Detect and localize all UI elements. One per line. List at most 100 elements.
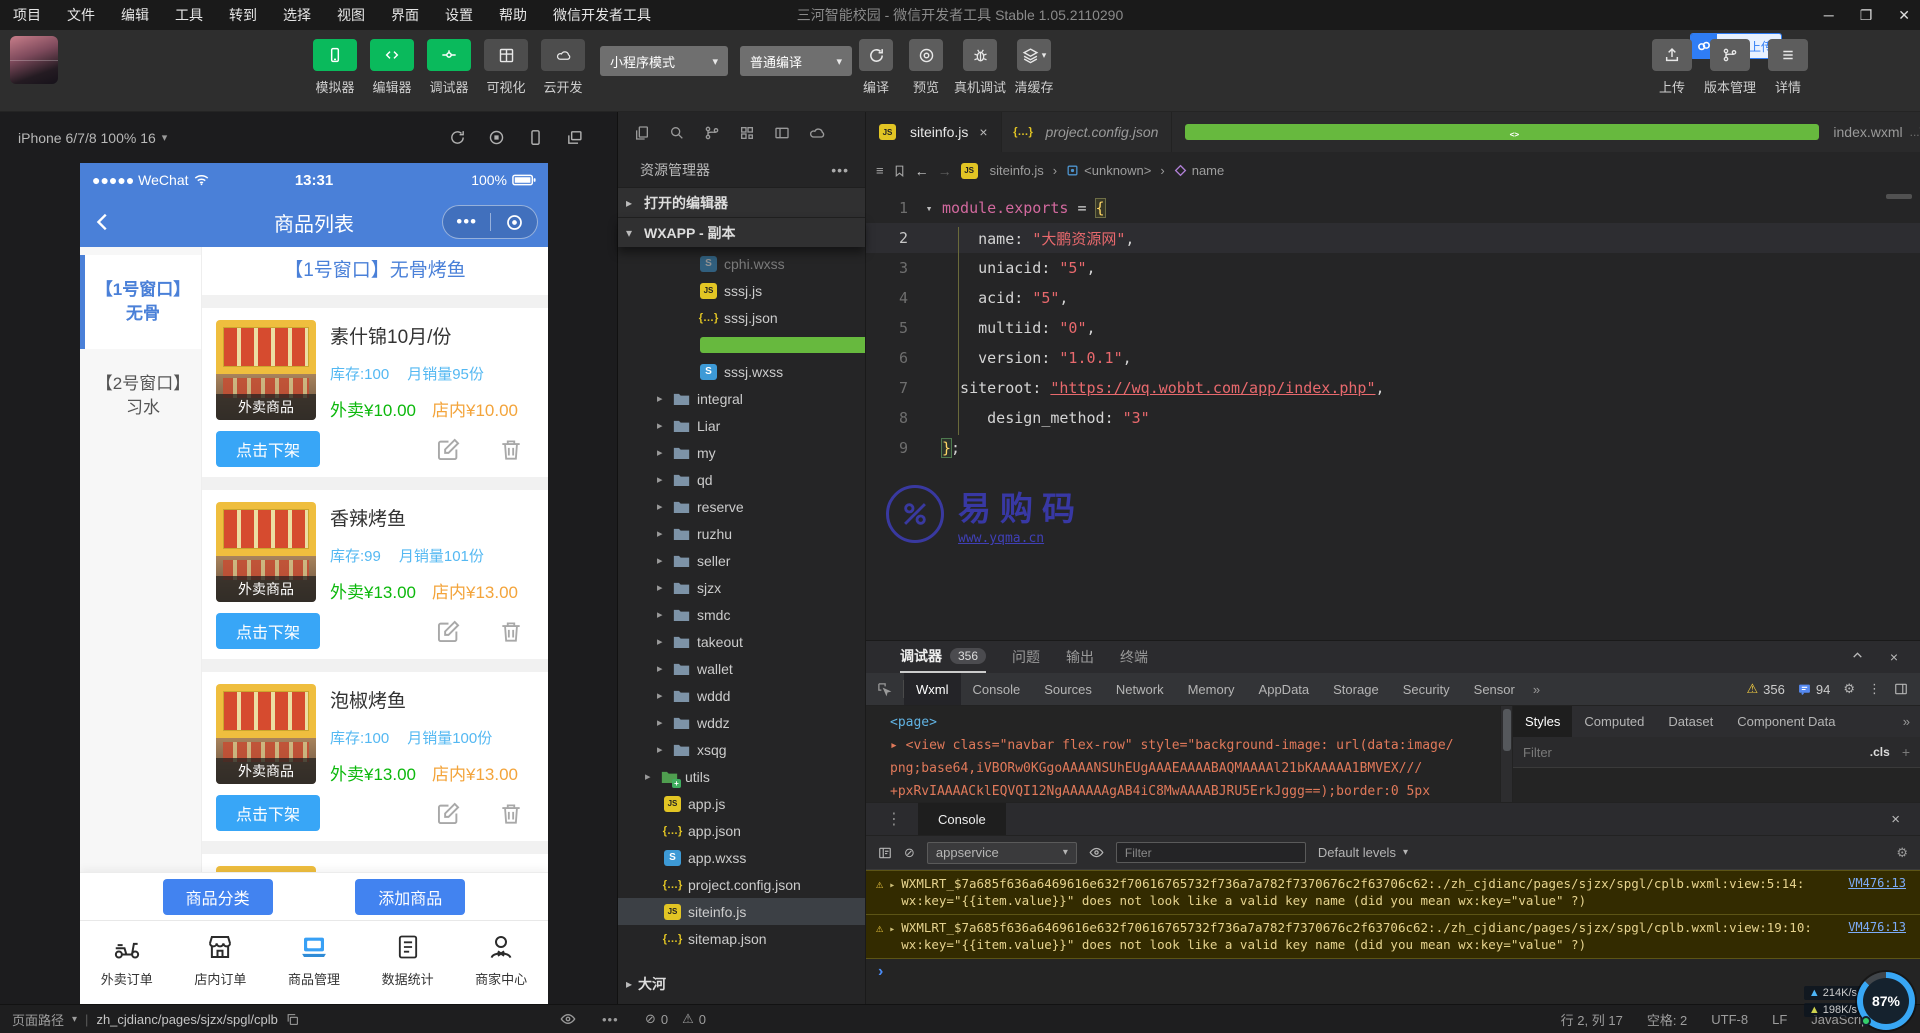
tab-bar-item[interactable]: 店内订单 <box>174 921 268 1004</box>
cls-toggle[interactable]: .cls <box>1870 745 1890 759</box>
inspect-icon[interactable] <box>866 673 903 705</box>
breadcrumb-item[interactable]: name <box>1174 163 1225 178</box>
tree-item[interactable]: ▸sjzx <box>618 574 865 601</box>
debugger-tab[interactable]: 终端 <box>1120 641 1148 673</box>
debugger-tab[interactable]: 输出 <box>1066 641 1094 673</box>
extensions-icon[interactable] <box>739 125 755 141</box>
tree-item[interactable]: Ssssj.wxss <box>618 358 865 385</box>
eol[interactable]: LF <box>1772 1012 1787 1027</box>
source-link[interactable]: VM476:13 <box>1848 919 1906 936</box>
menu-item[interactable]: 工具 <box>162 0 216 30</box>
mode-select[interactable]: 小程序模式▾ <box>600 46 728 76</box>
source-link[interactable]: VM476:13 <box>1848 875 1906 892</box>
edit-icon[interactable] <box>435 800 462 827</box>
console-filter[interactable] <box>1116 842 1306 863</box>
avatar[interactable] <box>10 36 58 84</box>
tree-item[interactable]: ▸ruzhu <box>618 520 865 547</box>
settings-gear-icon[interactable]: ⚙ <box>1843 681 1855 697</box>
device-frame-icon[interactable] <box>527 129 544 146</box>
context-select[interactable]: appservice▾ <box>927 842 1077 864</box>
grid-button[interactable] <box>484 39 528 71</box>
copy-icon[interactable] <box>286 1013 299 1026</box>
wxml-node[interactable]: +pxRvIAAAACklEQVQI12NgAAAAAAgAB4iC8MwAAA… <box>890 780 1500 802</box>
menu-item[interactable]: 编辑 <box>108 0 162 30</box>
target-icon[interactable] <box>505 213 524 232</box>
take-down-button[interactable]: 点击下架 <box>216 795 320 831</box>
minimize-icon[interactable]: ─ <box>1824 7 1834 23</box>
tree-item[interactable]: JSsiteinfo.js <box>618 898 865 925</box>
hamburger-button[interactable] <box>1768 39 1808 71</box>
wxml-node[interactable]: <page> <box>890 711 1500 734</box>
menu-item[interactable]: 视图 <box>324 0 378 30</box>
devtools-tab-console[interactable]: Console <box>961 673 1033 705</box>
category-tab[interactable]: 【1号窗口】无骨 <box>80 255 201 349</box>
devtools-tab-memory[interactable]: Memory <box>1176 673 1247 705</box>
styles-tab[interactable]: Styles <box>1513 706 1572 737</box>
tree-item[interactable]: Scphi.wxss <box>618 250 865 277</box>
trash-icon[interactable] <box>498 800 524 827</box>
breadcrumb-item[interactable]: JSsiteinfo.js <box>961 163 1044 179</box>
restart-icon[interactable] <box>449 129 466 146</box>
tree-item[interactable]: {…}sssj.json <box>618 304 865 331</box>
more-tabs-icon[interactable]: » <box>1903 706 1920 737</box>
code-area[interactable]: 1 ▾ module.exports = { 2 name: "大鹏资源网", … <box>866 189 1920 640</box>
console-filter-input[interactable] <box>1125 846 1297 860</box>
add-style-icon[interactable]: + <box>1902 744 1910 760</box>
tree-item[interactable]: JSsssj.js <box>618 277 865 304</box>
editor-tab[interactable]: {…}project.config.json <box>1002 112 1173 152</box>
bookmark-icon[interactable] <box>893 164 906 178</box>
tab-bar-item[interactable]: 商家中心 <box>454 921 548 1004</box>
eye-icon[interactable] <box>1089 845 1104 860</box>
menu-item[interactable]: 项目 <box>0 0 54 30</box>
tree-item[interactable]: ▸xsqg <box>618 736 865 763</box>
edit-icon[interactable] <box>435 618 462 645</box>
take-down-button[interactable]: 点击下架 <box>216 613 320 649</box>
breadcrumb-item[interactable]: <unknown> <box>1066 163 1151 178</box>
devtools-tab-appdata[interactable]: AppData <box>1247 673 1322 705</box>
tree-item[interactable]: ▸wallet <box>618 655 865 682</box>
files-icon[interactable] <box>634 125 650 141</box>
menu-item[interactable]: 设置 <box>432 0 486 30</box>
trash-icon[interactable] <box>498 618 524 645</box>
warning-count[interactable]: ⚠356 <box>1747 681 1785 697</box>
outline-section[interactable]: ▸ 大河 <box>618 970 865 998</box>
bug-button[interactable] <box>963 39 997 71</box>
tab-bar-item[interactable]: 商品管理 <box>267 921 361 1004</box>
tree-item[interactable]: <>sssj.wxml <box>618 331 865 358</box>
status-more-icon[interactable]: ••• <box>602 1005 619 1033</box>
menu-item[interactable]: 转到 <box>216 0 270 30</box>
cursor-position[interactable]: 行 2, 列 17 <box>1561 1010 1623 1029</box>
log-levels-select[interactable]: Default levels▾ <box>1318 845 1408 860</box>
dock-side-icon[interactable] <box>1894 682 1908 696</box>
navigate-forward-icon[interactable]: → <box>938 163 952 179</box>
more-actions-icon[interactable]: ••• <box>831 162 865 178</box>
take-down-button[interactable]: 点击下架 <box>216 431 320 467</box>
device-select[interactable]: iPhone 6/7/8 100% 16 <box>18 130 156 146</box>
console-prompt[interactable]: › <box>866 959 1920 985</box>
commit-button[interactable] <box>427 39 471 71</box>
console-sidebar-icon[interactable] <box>878 846 892 860</box>
phone-button[interactable] <box>313 39 357 71</box>
editor-tab[interactable]: <>index.wxml ...\index <box>1172 112 1920 152</box>
devtools-tab-wxml[interactable]: Wxml <box>904 673 961 705</box>
search-icon[interactable] <box>669 125 685 141</box>
expand-icon[interactable]: ▸ <box>889 877 895 894</box>
tree-item[interactable]: ▸+utils <box>618 763 865 790</box>
indentation[interactable]: 空格: 2 <box>1647 1010 1687 1029</box>
page-path-label[interactable]: 页面路径 <box>12 1010 64 1029</box>
devtools-tab-sources[interactable]: Sources <box>1032 673 1104 705</box>
upload-button[interactable] <box>1652 39 1692 71</box>
visibility-icon[interactable] <box>560 1005 576 1033</box>
tab-bar-item[interactable]: 外卖订单 <box>80 921 174 1004</box>
tree-item[interactable]: ▸wddd <box>618 682 865 709</box>
devtools-tab-network[interactable]: Network <box>1104 673 1176 705</box>
tree-item[interactable]: ▸reserve <box>618 493 865 520</box>
close-icon[interactable]: ✕ <box>1898 7 1910 24</box>
clear-console-icon[interactable]: ⊘ <box>904 845 915 861</box>
encoding[interactable]: UTF-8 <box>1711 1012 1748 1027</box>
debugger-tab[interactable]: 问题 <box>1012 641 1040 673</box>
scrollbar-thumb[interactable] <box>1886 194 1912 199</box>
debugger-tab[interactable]: 调试器356 <box>900 641 986 673</box>
tree-item[interactable]: ▸Liar <box>618 412 865 439</box>
tree-item[interactable]: ▸seller <box>618 547 865 574</box>
